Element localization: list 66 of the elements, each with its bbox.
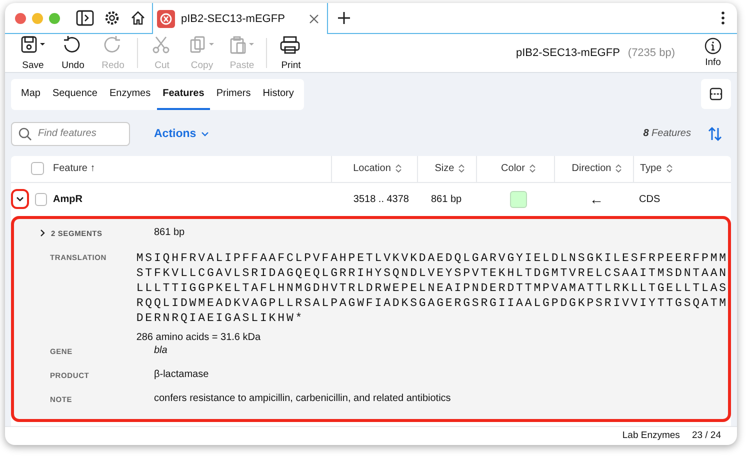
protein-summary: 286 amino acids = 31.6 kDa: [136, 332, 262, 343]
home-icon[interactable]: [130, 10, 146, 26]
color-swatch[interactable]: [510, 190, 526, 208]
view-tab[interactable]: Primers: [210, 78, 257, 110]
qualifier-value: confers resistance to ampicillin, carbenicillin, and related antibiotics: [154, 392, 451, 404]
column-header[interactable]: Type: [633, 156, 723, 182]
type-cell-text: CDS: [638, 192, 662, 207]
sort-updown-icon: [615, 164, 622, 174]
protein-sequence-line: LLLTTIGGPKELTAFLHNMGDHVTRLDRWEPELNEAIPNDERDTTMPVAMATTLRKLLTGELLTLAS: [136, 280, 728, 296]
select-all-checkbox[interactable]: [31, 162, 44, 176]
settings-icon[interactable]: [104, 10, 120, 26]
close-icon[interactable]: [309, 14, 319, 24]
protein-sequence-line: MSIQHFRVALIPFFAAFCLPVFAHPETLVKVKDAEDQLGARVGYIELDLNSGKILESFRPEERFPMM: [136, 250, 728, 266]
row-checkbox[interactable]: [35, 192, 47, 206]
app-logo-icon: [157, 10, 175, 28]
search-field[interactable]: Find features: [11, 122, 130, 146]
column-header[interactable]: Feature ↑: [47, 156, 331, 182]
protein-sequence-line: DERNRQIAEIGASLIKHW*: [136, 310, 306, 326]
column-header[interactable]: Size: [417, 156, 476, 182]
new-tab-icon[interactable]: [338, 12, 350, 24]
sort-updown-icon: [528, 164, 536, 174]
document-name: pIB2-SEC13-mEGFP: [516, 46, 620, 59]
sort-updown-icon: [458, 164, 466, 174]
view-tab[interactable]: Sequence: [46, 78, 104, 110]
expand-toggle-highlight[interactable]: [11, 189, 30, 210]
info-button[interactable]: Info: [693, 37, 733, 68]
search-icon: [18, 126, 32, 141]
tab-title: pIB2-SEC13-mEGFP: [181, 12, 286, 24]
column-header[interactable]: Color: [476, 156, 554, 182]
info-icon: [704, 37, 722, 56]
location-cell-text: 3518 .. 4378: [352, 192, 410, 207]
qualifier-value: β-lactamase: [154, 368, 209, 380]
direction-arrow: ←: [588, 190, 604, 210]
sort-updown-icon: [666, 164, 673, 174]
qualifier-value: bla: [154, 344, 168, 356]
panel-icon: [709, 86, 723, 101]
column-header[interactable]: Location: [331, 156, 417, 182]
enzyme-set-label: Lab Enzymes: [622, 430, 680, 442]
undo-button[interactable]: Undo: [53, 34, 93, 71]
page-counter: 23 / 24: [692, 430, 721, 442]
sequence-length: (7235 bp): [628, 46, 675, 59]
view-tab[interactable]: Features: [156, 78, 210, 110]
sidebar-icon[interactable]: [76, 10, 94, 26]
sort-updown-icon: [394, 164, 402, 174]
segments-value: 861 bp: [154, 226, 185, 238]
more-icon[interactable]: [721, 11, 725, 25]
column-header[interactable]: Direction: [554, 156, 633, 182]
panel-toggle-button[interactable]: [701, 78, 731, 109]
protein-sequence-line: RQQLIDWMEADKVAGPLLRSALPAGWFIADKSGAGERGSRGIIAALGPDGKPSRIVVIYTTGSQATM: [136, 296, 728, 311]
caret-icon: [201, 130, 210, 137]
view-tab[interactable]: History: [256, 78, 300, 110]
feature-count: 8 Features: [643, 128, 691, 140]
paste-icon: [229, 34, 255, 55]
actions-menu-button[interactable]: Actions: [148, 126, 216, 141]
feature-name: AmpR: [52, 192, 84, 207]
view-tab[interactable]: Enzymes: [104, 78, 157, 110]
document-tab[interactable]: pIB2-SEC13-mEGFP: [152, 3, 328, 34]
protein-sequence-line: STFKVLLCGAVLSRIDAGQEQLGRRIHYSQNDLVEYSPVTEKHLTDGMTVRELCSAAITMSDNTAAN: [136, 266, 728, 281]
view-tab[interactable]: Map: [15, 78, 46, 110]
save-icon: [20, 34, 46, 55]
print-button[interactable]: Print: [271, 34, 311, 71]
size-cell-text: 861 bp: [430, 192, 463, 207]
copy-icon: [189, 34, 215, 55]
sort-icon[interactable]: [707, 126, 723, 142]
close-window-icon[interactable]: [15, 12, 26, 24]
save-button[interactable]: Save: [13, 34, 53, 71]
